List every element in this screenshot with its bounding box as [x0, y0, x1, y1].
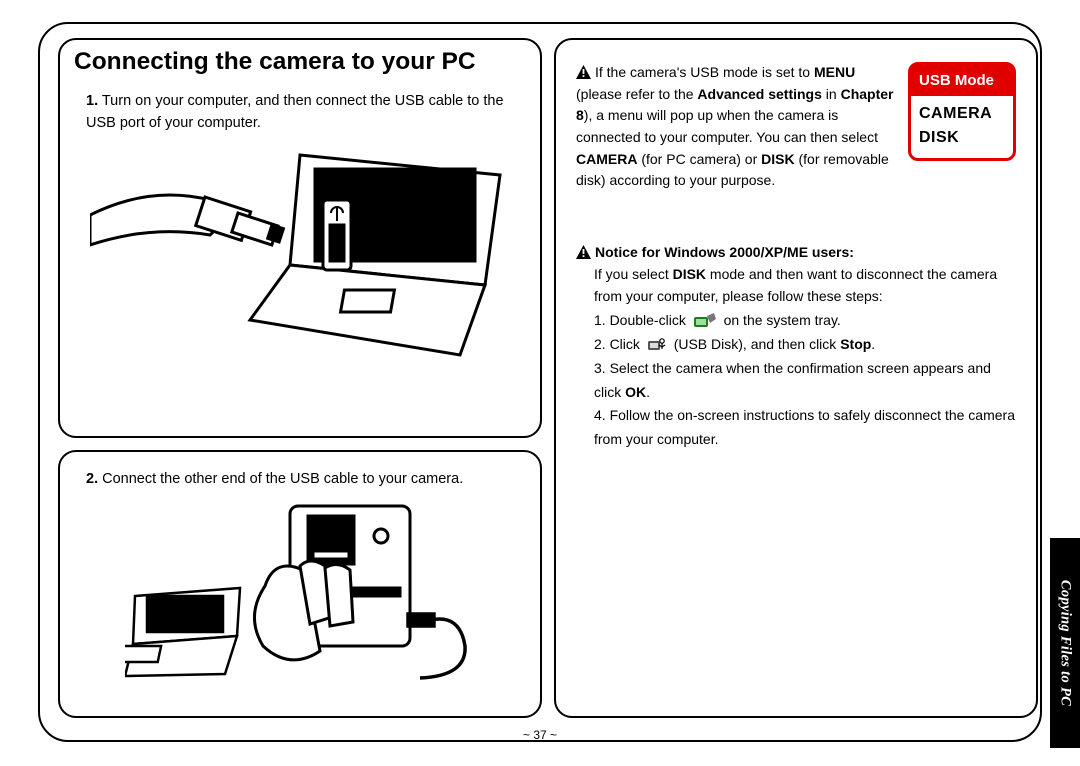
usb-mode-callout: USB Mode CAMERA DISK: [908, 62, 1016, 161]
step-2-number: 2.: [86, 471, 98, 487]
disconnect-step-1: 1. Double-click on the system tray.: [594, 309, 1016, 333]
section-step-2: 2. Connect the other end of the USB cabl…: [58, 450, 542, 718]
step-1-text: 1. Turn on your computer, and then conne…: [86, 90, 520, 135]
disconnect-step-2: 2. Click (USB Disk), and then click Stop…: [594, 333, 1016, 357]
windows-notice-title: Notice for Windows 2000/XP/ME users:: [595, 244, 854, 260]
right-column-notes: USB Mode CAMERA DISK If the camera's USB…: [554, 38, 1038, 718]
chapter-side-tab-label: Copying Files to PC: [1057, 580, 1074, 706]
step-1-number: 1.: [86, 93, 98, 109]
usb-mode-header: USB Mode: [911, 65, 1013, 96]
systray-safely-remove-icon: [694, 313, 716, 329]
manual-page: Connecting the camera to your PC 1. Turn…: [38, 22, 1042, 742]
windows-notice-block: Notice for Windows 2000/XP/ME users: If …: [576, 242, 1016, 452]
chapter-side-tab: Copying Files to PC: [1050, 538, 1080, 748]
page-title: Connecting the camera to your PC: [74, 48, 524, 76]
illustration-laptop-usb-cable: [90, 145, 510, 375]
usb-disk-icon: [648, 338, 666, 352]
step-2-body: Connect the other end of the USB cable t…: [98, 471, 463, 487]
disconnect-steps: 1. Double-click on the system tray. 2. C…: [594, 309, 1016, 452]
section-step-1: Connecting the camera to your PC 1. Turn…: [58, 38, 542, 438]
usb-mode-option-camera: CAMERA: [919, 102, 1005, 126]
step-2-text: 2. Connect the other end of the USB cabl…: [86, 468, 520, 490]
windows-notice-body: If you select DISK mode and then want to…: [594, 264, 1016, 307]
disconnect-step-3: 3. Select the camera when the confirmati…: [594, 357, 1016, 405]
step-1-body: Turn on your computer, and then connect …: [86, 93, 504, 131]
illustration-camera-hand-laptop: [125, 496, 475, 686]
warning-icon: [576, 245, 591, 259]
disconnect-step-4: 4. Follow the on-screen instructions to …: [594, 404, 1016, 452]
usb-mode-option-disk: DISK: [919, 126, 1005, 150]
warning-icon: [576, 65, 591, 79]
windows-notice-title-line: Notice for Windows 2000/XP/ME users:: [576, 242, 1016, 264]
page-number: ~ 37 ~: [40, 728, 1040, 742]
left-column: Connecting the camera to your PC 1. Turn…: [58, 38, 542, 718]
